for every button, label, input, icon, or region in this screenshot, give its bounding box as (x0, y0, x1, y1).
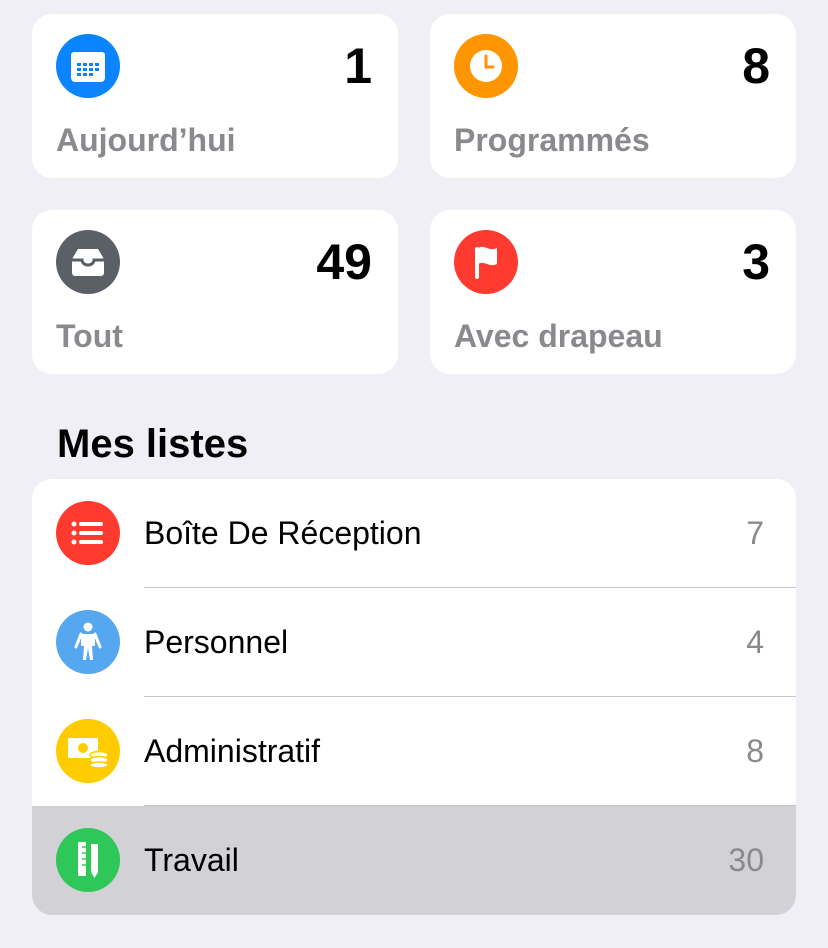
list-item-label: Administratif (144, 733, 321, 769)
smart-list-flagged[interactable]: 3 Avec drapeau (430, 210, 796, 374)
list-item-count: 8 (746, 733, 764, 769)
smart-list-label: Aujourd’hui (56, 122, 236, 158)
list-item-personnel[interactable]: Personnel 4 (32, 588, 796, 697)
calendar-icon (56, 34, 120, 98)
smart-list-scheduled[interactable]: 8 Programmés (430, 14, 796, 178)
smart-list-label: Avec drapeau (454, 318, 663, 354)
money-icon (56, 719, 120, 783)
my-lists: Boîte De Réception 7 Personnel 4 Adminis (32, 479, 796, 915)
person-icon (56, 610, 120, 674)
list-item-count: 30 (728, 842, 764, 878)
smart-list-all[interactable]: 49 Tout (32, 210, 398, 374)
smart-list-count: 8 (742, 38, 770, 94)
list-item-label: Boîte De Réception (144, 515, 422, 551)
list-item-label: Travail (144, 842, 239, 878)
clock-icon (454, 34, 518, 98)
ruler-pencil-icon (56, 828, 120, 892)
smart-list-label: Programmés (454, 122, 650, 158)
list-item-administratif[interactable]: Administratif 8 (32, 697, 796, 806)
smart-list-count: 3 (742, 234, 770, 290)
list-bullet-icon (56, 501, 120, 565)
smart-list-label: Tout (56, 318, 123, 354)
list-item-count: 7 (746, 515, 764, 551)
smart-list-count: 49 (316, 234, 372, 290)
flag-icon (454, 230, 518, 294)
list-item-label: Personnel (144, 624, 289, 660)
list-item-inbox[interactable]: Boîte De Réception 7 (32, 479, 796, 588)
smart-list-today[interactable]: 1 Aujourd’hui (32, 14, 398, 178)
smart-list-count: 1 (344, 38, 372, 94)
list-item-travail[interactable]: Travail 30 (32, 806, 796, 915)
tray-icon (56, 230, 120, 294)
section-title: Mes listes (57, 422, 249, 466)
list-item-count: 4 (746, 624, 764, 660)
